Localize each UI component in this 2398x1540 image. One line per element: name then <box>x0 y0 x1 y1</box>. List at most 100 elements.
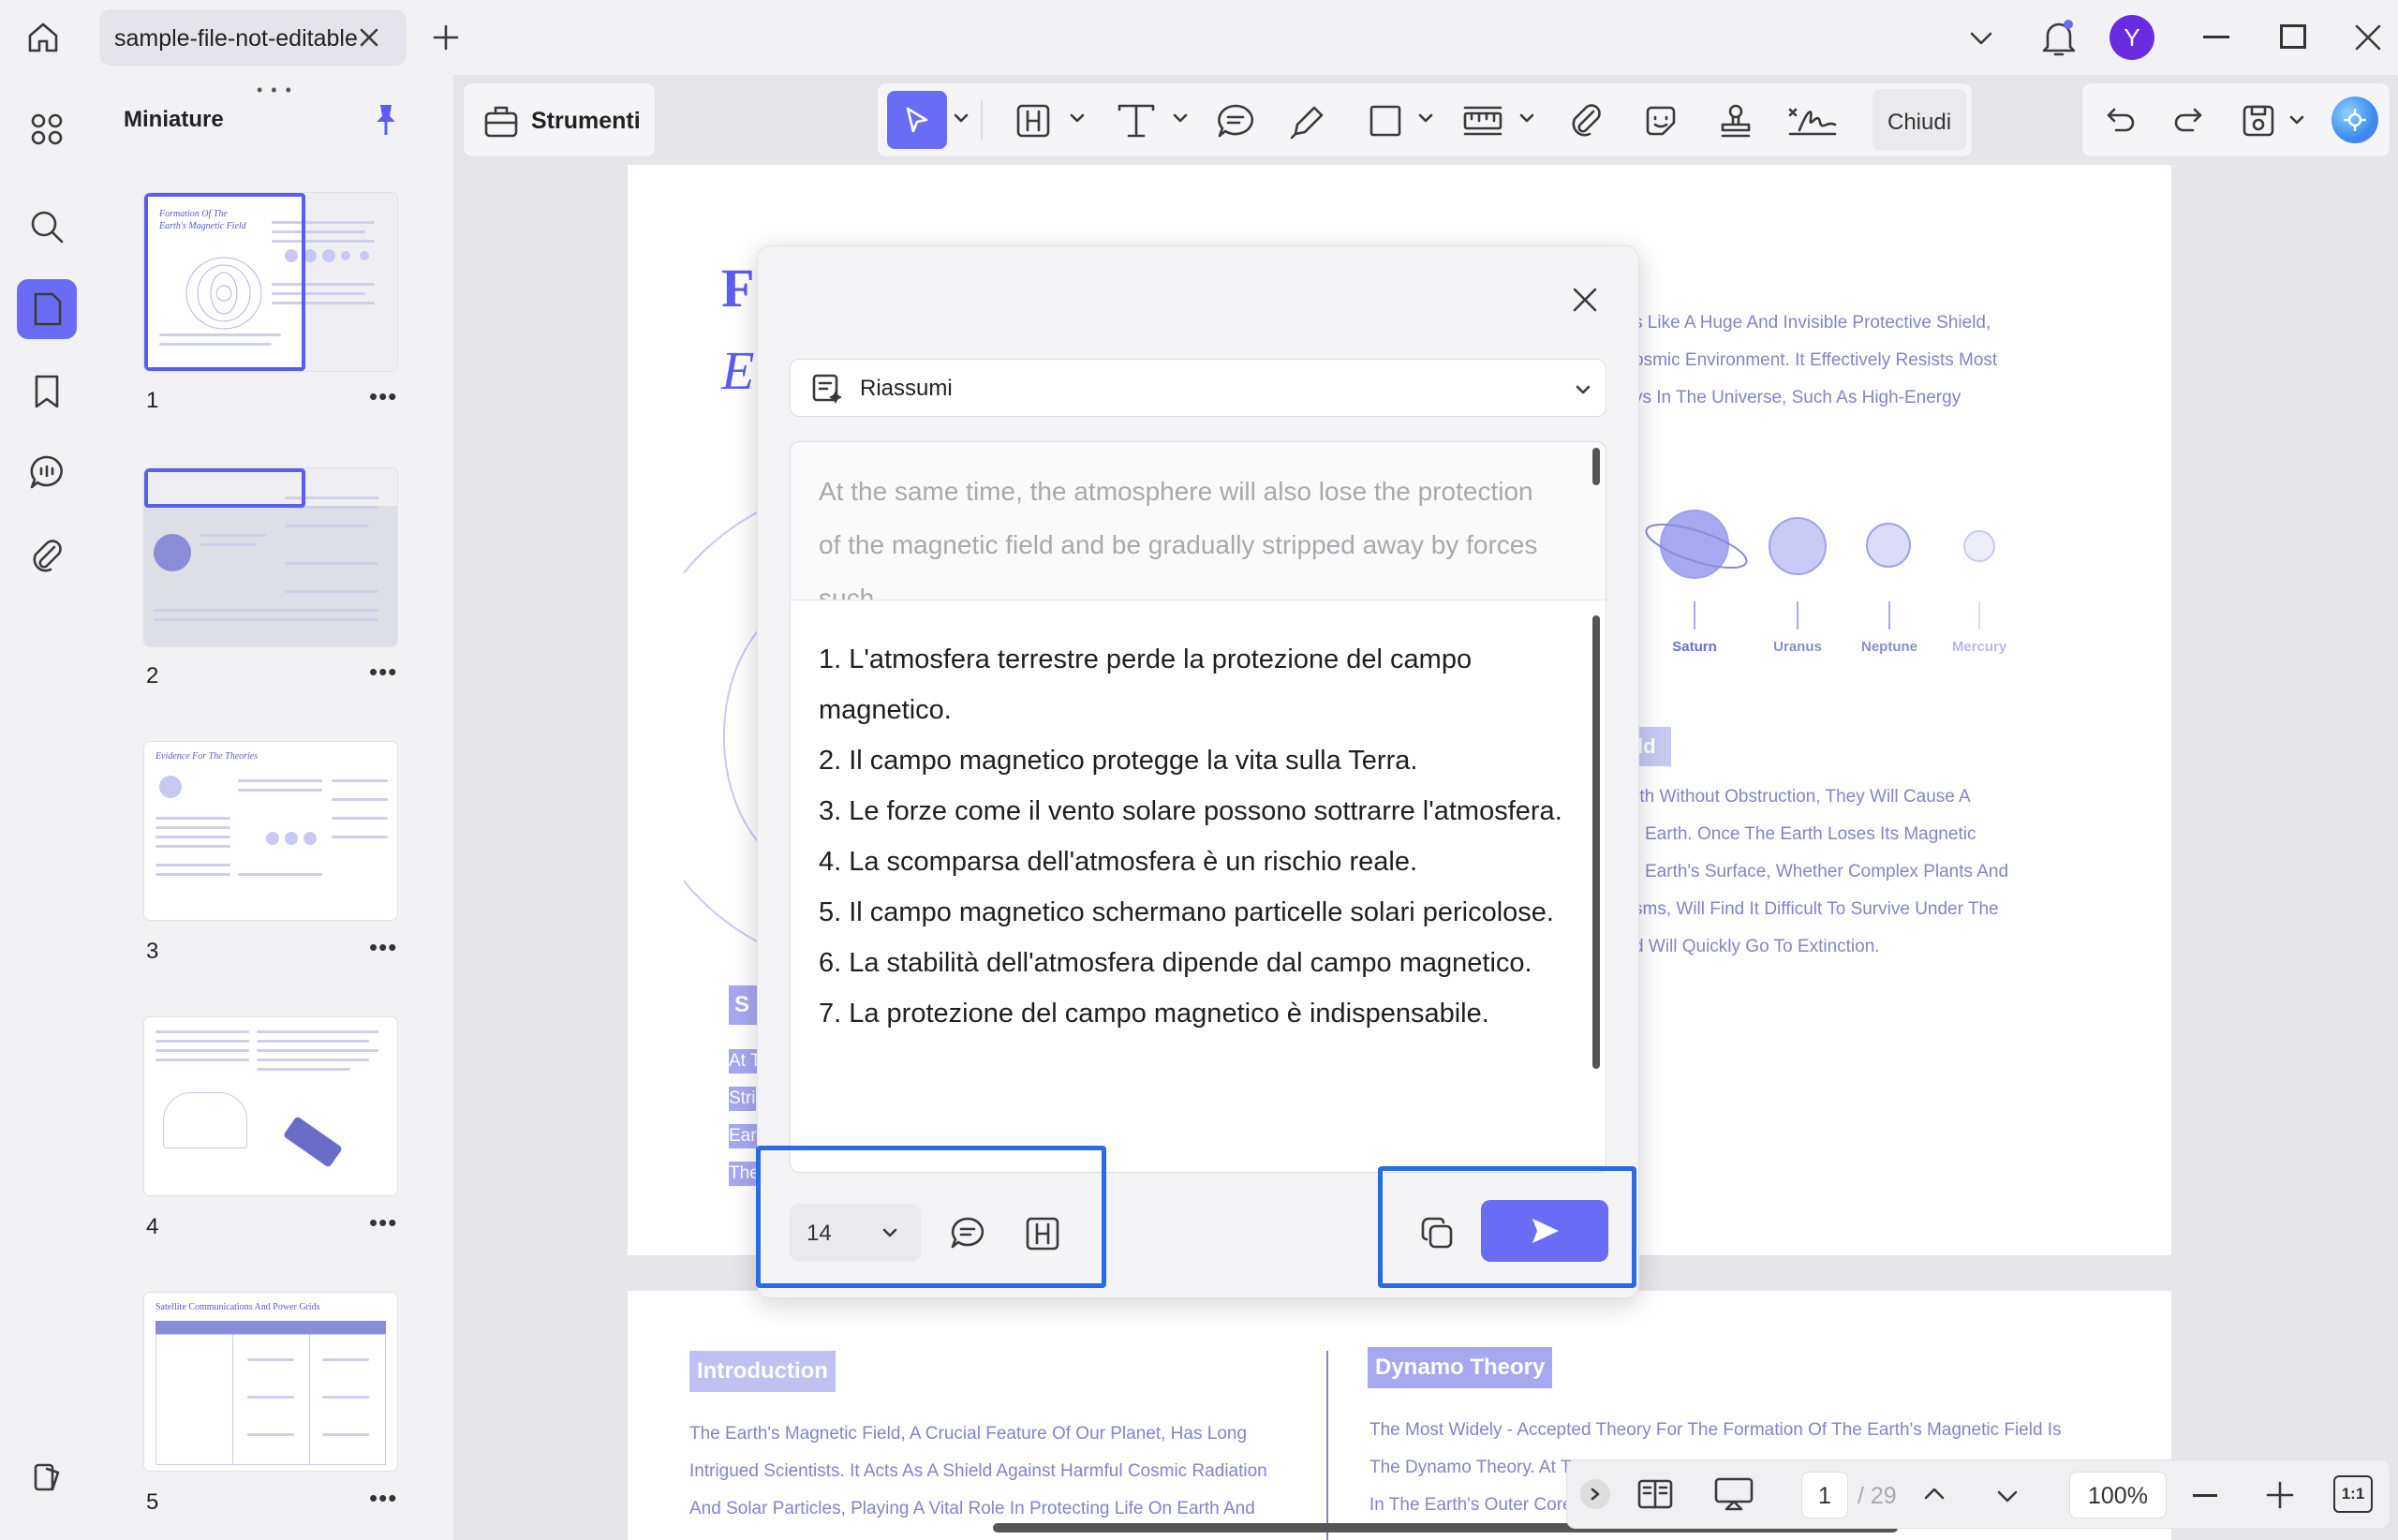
search-icon[interactable] <box>17 197 77 257</box>
redo-icon[interactable] <box>2172 106 2204 136</box>
chevron-down-icon[interactable] <box>1172 110 1189 126</box>
annotation-toolbar: Chiudi <box>877 82 1973 157</box>
page-thumbnail-3[interactable]: Evidence For The Theories <box>144 742 397 920</box>
attachment-icon[interactable] <box>1567 102 1605 140</box>
thumb-page-number: 5 <box>146 1489 159 1515</box>
thumb-page-number: 4 <box>146 1214 159 1239</box>
current-page-input[interactable]: 1 <box>1818 1483 1831 1510</box>
page-thumbnail-5[interactable]: Satellite Communications And Power Grids <box>144 1293 397 1471</box>
save-icon[interactable] <box>2240 102 2277 140</box>
page-text-line: Intrigued Scientists. It Acts As A Shiel… <box>689 1461 1267 1481</box>
page-heading-line1: F <box>721 258 755 318</box>
bookmark-icon[interactable] <box>17 362 77 422</box>
highlight-box-send-tools <box>1378 1166 1636 1288</box>
ai-assistant-icon[interactable] <box>2331 96 2378 143</box>
thumb-more-icon[interactable]: ••• <box>369 1484 397 1513</box>
thumb-more-icon[interactable]: ••• <box>369 1208 397 1237</box>
theme-icon[interactable] <box>17 1446 77 1506</box>
section-tag: S <box>729 985 757 1025</box>
planet-uranus <box>1769 517 1827 575</box>
pin-icon[interactable] <box>373 103 399 137</box>
total-pages: / 29 <box>1858 1483 1897 1509</box>
ai-summary-dialog: Riassumi At the same time, the atmospher… <box>756 245 1639 1298</box>
previous-page-icon[interactable] <box>1921 1481 1947 1507</box>
source-scrollbar[interactable] <box>1592 448 1600 485</box>
zoom-out-icon[interactable] <box>2193 1494 2217 1497</box>
actual-size-button[interactable]: 1:1 <box>2333 1475 2373 1513</box>
home-icon[interactable] <box>24 19 62 56</box>
thumb-more-icon[interactable]: ••• <box>369 658 397 687</box>
panel-drag-handle[interactable]: • • • <box>257 81 293 100</box>
summary-item: 5. Il campo magnetico schermano particel… <box>819 897 1554 927</box>
signature-icon[interactable] <box>1786 102 1839 140</box>
summary-result-box[interactable]: 1. L'atmosfera terrestre perde la protez… <box>790 600 1606 1173</box>
selected-text-fragment[interactable]: The <box>729 1162 760 1186</box>
text-tool-icon[interactable] <box>1116 102 1157 140</box>
chevron-down-icon[interactable] <box>1417 110 1434 126</box>
result-scrollbar[interactable] <box>1592 615 1600 1069</box>
comment-icon[interactable] <box>1215 102 1256 140</box>
chevron-down-icon[interactable] <box>2288 111 2305 128</box>
planet-label: Saturn <box>1672 639 1717 655</box>
planet-label: Uranus <box>1773 639 1822 655</box>
select-tool-button[interactable] <box>887 91 947 149</box>
avatar[interactable]: Y <box>2109 15 2154 60</box>
chevron-down-icon[interactable] <box>1069 110 1086 126</box>
page-text-line: In The Earth's Outer Core <box>1369 1495 1573 1515</box>
page-text-line: d Will Quickly Go To Extinction. <box>1634 937 1880 956</box>
chevron-down-icon <box>1574 380 1592 399</box>
close-tab-icon[interactable] <box>358 26 380 49</box>
undo-icon[interactable] <box>2105 106 2137 136</box>
viewport-indicator[interactable] <box>144 468 305 508</box>
viewport-indicator[interactable] <box>144 193 305 371</box>
minimize-icon[interactable] <box>2203 36 2229 38</box>
planet-label: Neptune <box>1861 639 1917 655</box>
chevron-down-icon[interactable] <box>953 110 970 126</box>
presentation-icon[interactable] <box>1713 1475 1754 1513</box>
thumbnails-icon[interactable] <box>17 279 77 339</box>
page-thumbnail-1[interactable]: Formation Of The Earth's Magnetic Field <box>144 193 397 371</box>
chevron-down-icon[interactable] <box>1967 24 1995 52</box>
selected-text-fragment[interactable]: Stri <box>729 1087 756 1111</box>
summary-item: 6. La stabilità dell'atmosfera dipende d… <box>819 948 1532 978</box>
comments-icon[interactable] <box>17 442 77 502</box>
stamp-icon[interactable] <box>1717 102 1754 140</box>
maximize-icon[interactable] <box>2280 24 2306 49</box>
highlight-text-icon[interactable] <box>1014 102 1052 140</box>
sticker-icon[interactable] <box>1642 102 1680 140</box>
zoom-in-icon[interactable] <box>2266 1481 2294 1509</box>
chevron-down-icon[interactable] <box>1518 110 1535 126</box>
source-text-box[interactable]: At the same time, the atmosphere will al… <box>790 441 1606 600</box>
attachment-icon[interactable] <box>17 525 77 585</box>
collapse-nav-icon[interactable] <box>1580 1479 1610 1509</box>
measure-icon[interactable] <box>1462 102 1503 140</box>
tools-button[interactable]: Strumenti <box>531 108 641 135</box>
mode-select[interactable]: Riassumi <box>790 359 1606 417</box>
page-navigation-bar: 1 / 29 100% 1:1 <box>1566 1459 2391 1529</box>
section-tag-dynamo: Dynamo Theory <box>1368 1347 1553 1388</box>
shape-icon[interactable] <box>1369 104 1402 138</box>
selected-text-fragment[interactable]: Ear <box>729 1124 757 1148</box>
planet-label: Mercury <box>1951 639 2007 655</box>
thumb-more-icon[interactable]: ••• <box>369 382 397 411</box>
apps-grid-icon[interactable] <box>17 99 77 159</box>
tools-icon <box>482 102 520 140</box>
pen-icon[interactable] <box>1290 102 1327 140</box>
page-text-line: Earth's Surface, Whether Complex Plants … <box>1645 862 2009 881</box>
document-tab[interactable]: sample-file-not-editable <box>99 9 407 66</box>
thumb-more-icon[interactable]: ••• <box>369 933 397 962</box>
next-page-icon[interactable] <box>1994 1483 2021 1509</box>
thumbnail-panel: • • • Miniature Formation Of The Earth's… <box>92 75 453 1540</box>
planet-neptune <box>1866 523 1911 568</box>
page-thumbnail-4[interactable] <box>144 1017 397 1195</box>
page-thumbnail-2[interactable] <box>144 468 397 646</box>
notification-bell-icon[interactable] <box>2040 17 2078 58</box>
thumb-page-number: 2 <box>146 663 159 689</box>
close-dialog-icon[interactable] <box>1571 286 1599 314</box>
summary-item: 4. La scomparsa dell'atmosfera è un risc… <box>819 847 1418 877</box>
new-tab-icon[interactable] <box>433 24 459 51</box>
close-window-icon[interactable] <box>2353 22 2383 52</box>
zoom-level[interactable]: 100% <box>2088 1483 2148 1510</box>
page-layout-icon[interactable] <box>1636 1475 1674 1513</box>
close-tool-button[interactable]: Chiudi <box>1887 110 1951 136</box>
